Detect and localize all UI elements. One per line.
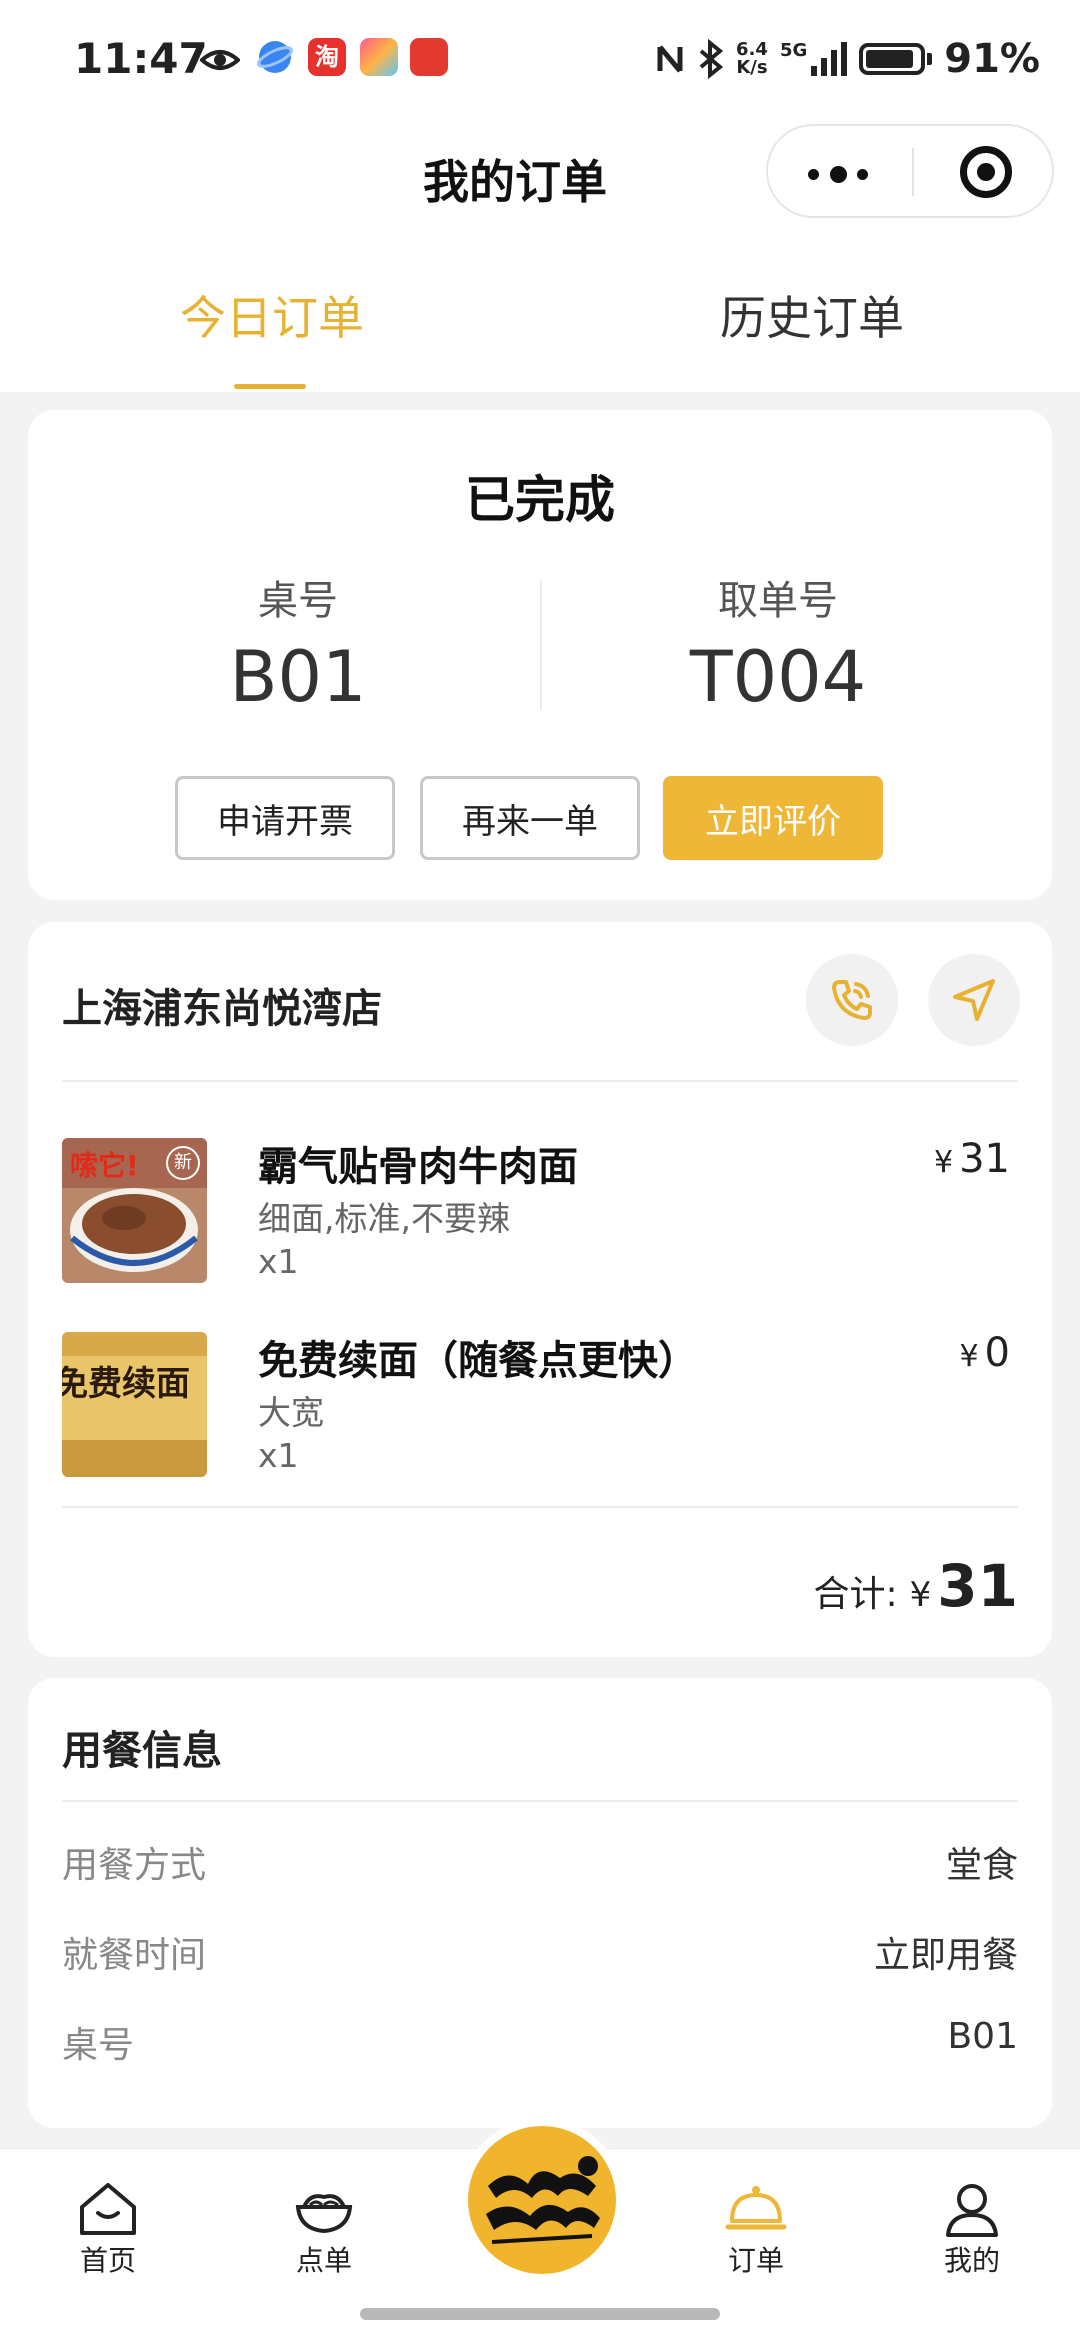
navigation-arrow-icon	[953, 979, 995, 1021]
more-icon[interactable]	[808, 165, 868, 183]
item-spec: 大宽	[258, 1393, 324, 1432]
taobao-icon: 淘	[308, 38, 346, 76]
call-button[interactable]	[806, 954, 898, 1046]
nfc-icon	[657, 45, 683, 73]
info-row-dining-time: 就餐时间 立即用餐	[62, 1935, 1018, 1976]
brand-logo	[468, 2126, 616, 2274]
item-image: 免费续面	[62, 1332, 207, 1477]
navigate-button[interactable]	[928, 954, 1020, 1046]
info-row-table: 桌号 B01	[62, 2016, 1018, 2066]
dining-info-title: 用餐信息	[62, 1728, 222, 1774]
nav-profile[interactable]: 我的	[892, 2149, 1052, 2299]
item-image: 嗦它! 新	[62, 1138, 207, 1283]
phone-icon	[832, 980, 872, 1020]
battery-icon	[859, 43, 926, 75]
invoice-button[interactable]: 申请开票	[175, 776, 395, 860]
order-detail-card: 上海浦东尚悦湾店 嗦它! 新 霸气贴骨肉牛肉面 细面,标准,不要辣 x1 ¥ 3…	[28, 922, 1052, 1657]
browser-icon	[256, 41, 294, 73]
user-icon	[946, 2184, 998, 2237]
item-name: 霸气贴骨肉牛肉面	[258, 1144, 578, 1190]
miniprogram-capsule	[766, 124, 1054, 218]
order-tabs: 今日订单 历史订单	[0, 230, 1080, 392]
item-quantity: x1	[258, 1436, 299, 1475]
item-price: ¥31	[934, 1136, 1010, 1182]
item-spec: 细面,标准,不要辣	[258, 1199, 510, 1238]
table-number: B01	[229, 636, 367, 718]
tab-today-orders[interactable]: 今日订单	[180, 282, 364, 348]
order-status-title: 已完成	[465, 471, 615, 529]
review-button[interactable]: 立即评价	[663, 776, 883, 860]
order-total: 合计: ¥ 31	[813, 1552, 1019, 1620]
signal-icon: 5G	[780, 42, 848, 76]
home-icon	[80, 2183, 136, 2235]
total-amount: 31	[937, 1552, 1018, 1620]
net-speed: 6.4 K/s	[736, 39, 768, 78]
app-icon	[410, 38, 448, 76]
tab-history-orders[interactable]: 历史订单	[720, 282, 904, 348]
nav-bar: 我的订单	[0, 120, 1080, 230]
nav-order-food[interactable]: 点单	[244, 2149, 404, 2299]
order-status-card: 已完成 桌号 B01 取单号 T004 申请开票 再来一单 立即评价	[28, 410, 1052, 900]
item-name: 免费续面（随餐点更快）	[258, 1338, 698, 1384]
pickup-label: 取单号	[718, 578, 838, 624]
table-label: 桌号	[258, 578, 338, 624]
active-tab-indicator	[234, 384, 306, 389]
pickup-number: T004	[689, 636, 867, 718]
nav-home[interactable]: 首页	[28, 2149, 188, 2299]
brand-logo-button[interactable]	[460, 2118, 624, 2282]
order-item: 免费续面 免费续面（随餐点更快） 大宽 x1 ¥0	[62, 1330, 1018, 1482]
eye-icon	[200, 50, 240, 70]
total-label: 合计:	[813, 1574, 898, 1615]
bowl-icon	[295, 2194, 353, 2234]
home-indicator	[360, 2308, 720, 2320]
battery-percent: 91%	[944, 36, 1040, 82]
item-price: ¥0	[959, 1330, 1010, 1376]
info-row-dining-mode: 用餐方式 堂食	[62, 1845, 1018, 1886]
nav-orders[interactable]: 订单	[676, 2149, 836, 2299]
store-name: 上海浦东尚悦湾店	[62, 986, 382, 1032]
close-target-icon[interactable]	[960, 146, 1012, 198]
dining-info-card: 用餐信息 用餐方式 堂食 就餐时间 立即用餐 桌号 B01	[28, 1678, 1052, 2128]
status-bar: 11:47 淘 6.4 K/s 5G 91%	[0, 0, 1080, 120]
item-quantity: x1	[258, 1242, 299, 1281]
cloche-icon	[725, 2186, 787, 2230]
bluetooth-icon	[699, 39, 724, 79]
reorder-button[interactable]: 再来一单	[420, 776, 640, 860]
status-time: 11:47	[74, 34, 208, 83]
order-item: 嗦它! 新 霸气贴骨肉牛肉面 细面,标准,不要辣 x1 ¥31	[62, 1136, 1018, 1288]
app-icon	[360, 38, 398, 76]
